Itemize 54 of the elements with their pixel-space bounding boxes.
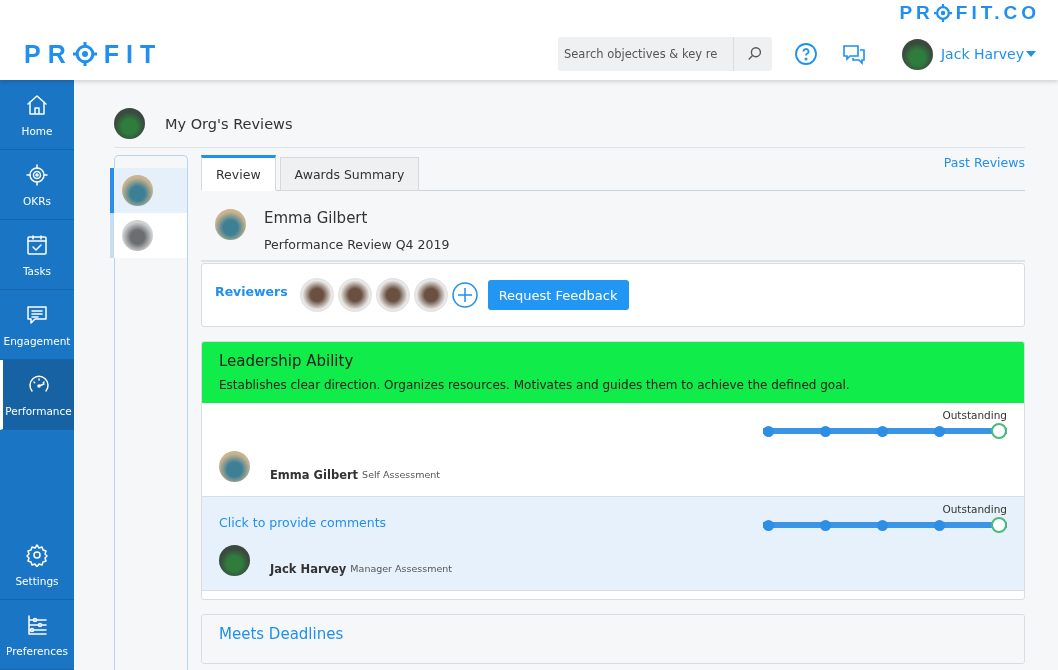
- reviewer-avatar[interactable]: [375, 278, 410, 312]
- rating-point[interactable]: [991, 423, 1007, 439]
- competency-title: Leadership Ability: [219, 352, 355, 370]
- assessor-name: Jack Harvey: [270, 561, 347, 576]
- rating-point[interactable]: [877, 519, 888, 531]
- avatar: [114, 108, 145, 139]
- assessment-type: Self Assessment: [362, 469, 440, 480]
- rating-point[interactable]: [877, 425, 888, 437]
- tab[interactable]: Review: [201, 155, 276, 191]
- gear-icon: [25, 542, 49, 567]
- page-title: My Org's Reviews: [165, 115, 293, 132]
- past-reviews-link[interactable]: Past Reviews: [943, 155, 1025, 170]
- avatar: [219, 545, 250, 576]
- caret-icon: [1026, 51, 1036, 57]
- comment-link[interactable]: Click to provide comments: [219, 515, 387, 530]
- add-icon[interactable]: [451, 282, 478, 308]
- reviewer-avatar[interactable]: [413, 278, 448, 312]
- person-item[interactable]: [110, 168, 187, 213]
- rating-point[interactable]: [934, 425, 945, 437]
- rating-label: Outstanding: [942, 503, 1007, 515]
- rating-point[interactable]: [934, 519, 945, 531]
- messages-icon[interactable]: [842, 42, 866, 66]
- rating-point[interactable]: [991, 517, 1007, 533]
- avatar: [219, 451, 250, 482]
- help-icon[interactable]: [794, 42, 818, 66]
- reviewer-avatar[interactable]: [299, 278, 334, 312]
- avatar: [122, 220, 153, 251]
- nav-item[interactable]: Performance: [0, 360, 74, 430]
- rating-label: Outstanding: [942, 409, 1007, 421]
- sliders-icon: [25, 612, 49, 637]
- calendar-icon: [25, 232, 49, 257]
- search-field[interactable]: Search objectives & key re: [558, 37, 772, 71]
- brand-logo: PR FIT.CO: [899, 2, 1040, 24]
- competency-description: Establishes clear direction. Organizes resources. Motivates and guides them to achieve the defined goal.: [219, 378, 851, 392]
- review-period: Performance Review Q4 2019: [264, 237, 450, 252]
- reviewer-avatar[interactable]: [337, 278, 372, 312]
- rating-point[interactable]: [763, 519, 774, 531]
- employee-name: Emma Gilbert: [264, 209, 369, 227]
- user-menu[interactable]: Jack Harvey: [941, 46, 1036, 62]
- request-feedback-button[interactable]: Request Feedback: [487, 280, 629, 310]
- assessor-name: Emma Gilbert: [270, 467, 359, 482]
- app-logo: PR FIT: [24, 39, 163, 69]
- avatar: [215, 209, 246, 240]
- reviewers-label: Reviewers: [215, 284, 288, 299]
- user-avatar[interactable]: [902, 38, 933, 70]
- search-icon[interactable]: [746, 45, 764, 63]
- home-icon: [25, 92, 49, 117]
- avatar: [122, 175, 153, 206]
- rating-point[interactable]: [763, 425, 774, 437]
- tab[interactable]: Awards Summary: [279, 157, 420, 191]
- target-icon: [25, 162, 49, 187]
- rating-point[interactable]: [820, 425, 831, 437]
- rating-point[interactable]: [820, 519, 831, 531]
- assessment-type: Manager Assessment: [350, 563, 452, 574]
